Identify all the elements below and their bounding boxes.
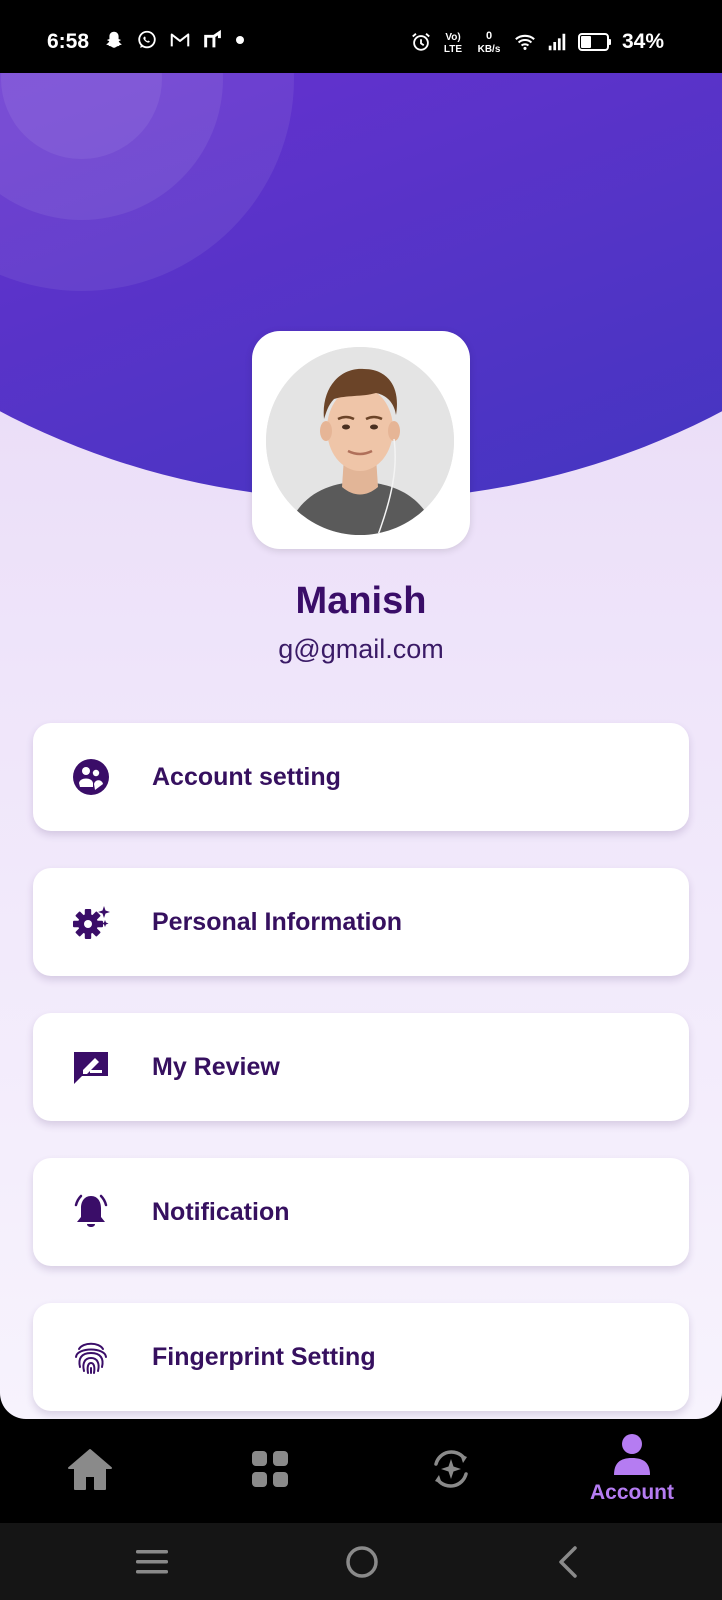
notification-icons [103,29,245,51]
nav-refresh[interactable] [421,1419,481,1523]
menu-item-label: Personal Information [152,907,403,936]
app-n-icon [204,29,221,48]
back-button[interactable] [546,1540,590,1584]
gmail-icon [170,33,190,47]
account-group-icon [69,755,113,799]
battery-icon [577,33,611,51]
home-button[interactable] [340,1540,384,1584]
nav-home[interactable] [60,1419,120,1523]
signal-icon [548,33,566,51]
bell-icon [69,1190,113,1234]
status-time: 6:58 [47,30,90,53]
fingerprint-icon [69,1335,113,1379]
menu-item-notification[interactable]: Notification [33,1158,689,1266]
system-navigation-bar [0,1523,722,1600]
net-speed-indicator: 0 KB/s [478,30,501,55]
nav-account[interactable]: Account [580,1419,684,1523]
net-speed-unit: KB/s [478,44,501,55]
whatsapp-icon [138,30,156,49]
snapchat-icon [106,31,122,48]
status-bar: 6:58 Vo) LTE 0 KB/s 34% [0,0,722,73]
gear-sparkle-icon [69,900,113,944]
menu-item-fingerprint-setting[interactable]: Fingerprint Setting [33,1303,689,1411]
menu-item-account-setting[interactable]: Account setting [33,723,689,831]
sparkle-refresh-icon [434,1450,468,1488]
net-speed-value: 0 [486,30,492,42]
menu-item-label: Notification [152,1197,290,1226]
menu-item-my-review[interactable]: My Review [33,1013,689,1121]
profile-screen: Manish g@gmail.com Account setting Perso… [0,73,722,1419]
volte-icon: Vo) LTE [444,32,462,55]
nav-grid[interactable] [244,1419,296,1523]
grid-icon [252,1451,288,1487]
recent-apps-button[interactable] [130,1540,174,1584]
wifi-icon [515,34,535,50]
review-edit-icon [69,1045,113,1089]
menu-item-label: Account setting [152,762,341,791]
avatar-card[interactable] [252,331,470,549]
bottom-navigation: Account [0,1419,722,1523]
home-icon [68,1449,112,1490]
nav-account-label: Account [590,1481,674,1504]
profile-name: Manish [295,580,427,622]
system-status-icons: Vo) LTE 0 KB/s 34% [410,28,664,56]
battery-percent: 34% [621,30,664,53]
profile-email: g@gmail.com [278,634,444,664]
avatar [266,347,454,535]
menu-item-personal-information[interactable]: Personal Information [33,868,689,976]
chevron-left-icon [559,1546,577,1578]
avatar-photo [266,347,454,535]
menu-lines-icon [136,1550,168,1574]
person-icon [614,1434,650,1475]
volte-top-label: Vo) [445,32,460,43]
alarm-icon [412,33,430,51]
circle-home-icon [346,1546,378,1578]
more-notifications-dot-icon [236,36,244,44]
menu-item-label: Fingerprint Setting [152,1342,376,1371]
volte-bottom-label: LTE [444,44,462,55]
menu-item-label: My Review [152,1052,280,1081]
